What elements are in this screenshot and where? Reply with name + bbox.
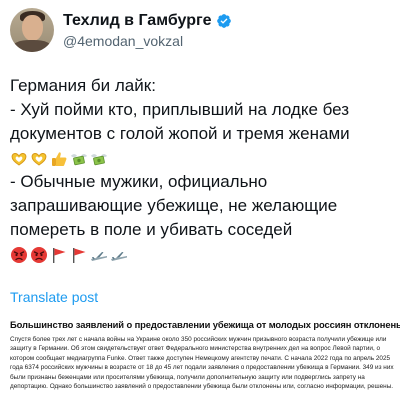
red-flag-emoji — [70, 246, 88, 264]
money-wings-emoji — [90, 150, 108, 168]
thumbs-up-emoji — [50, 150, 68, 168]
red-flag-emoji — [50, 246, 68, 264]
tweet-paragraph-3: - Обычные мужики, официально запрашивающ… — [10, 170, 392, 266]
tweet-text: Германия би лайк: - Хуй пойми кто, припл… — [10, 74, 392, 266]
tweet-line-3: - Обычные мужики, официально запрашивающ… — [10, 172, 338, 239]
avatar[interactable] — [10, 8, 54, 52]
money-wings-emoji — [70, 150, 88, 168]
tweet-paragraph-2: - Хуй пойми кто, приплывший на лодке без… — [10, 98, 392, 170]
emoji-group-1 — [10, 150, 108, 168]
angry-face-emoji — [30, 246, 48, 264]
translate-post-link[interactable]: Translate post — [10, 288, 98, 306]
tweet-line-2: - Хуй пойми кто, приплывший на лодке без… — [10, 100, 350, 143]
airplane-emoji — [110, 246, 128, 264]
name-row: Техлид в Гамбурге — [63, 11, 232, 31]
display-name[interactable]: Техлид в Гамбурге — [63, 11, 212, 31]
emoji-group-2 — [10, 246, 128, 264]
news-headline: Большинство заявлений о предоставлении у… — [10, 319, 400, 330]
news-body-text: Спустя более трех лет с начала войны на … — [10, 336, 394, 391]
author-names: Техлид в Гамбурге @4emodan_vokzal — [63, 11, 232, 50]
heart-hands-emoji — [10, 150, 28, 168]
heart-hands-emoji — [30, 150, 48, 168]
tweet-line-1: Германия би лайк: — [10, 76, 156, 95]
attached-news-image[interactable]: Большинство заявлений о предоставлении у… — [10, 318, 400, 392]
angry-face-emoji — [10, 246, 28, 264]
airplane-emoji — [90, 246, 108, 264]
verified-badge-icon[interactable] — [216, 13, 232, 29]
user-handle[interactable]: @4emodan_vokzal — [63, 32, 232, 50]
tweet-header: Техлид в Гамбурге @4emodan_vokzal — [10, 6, 390, 54]
